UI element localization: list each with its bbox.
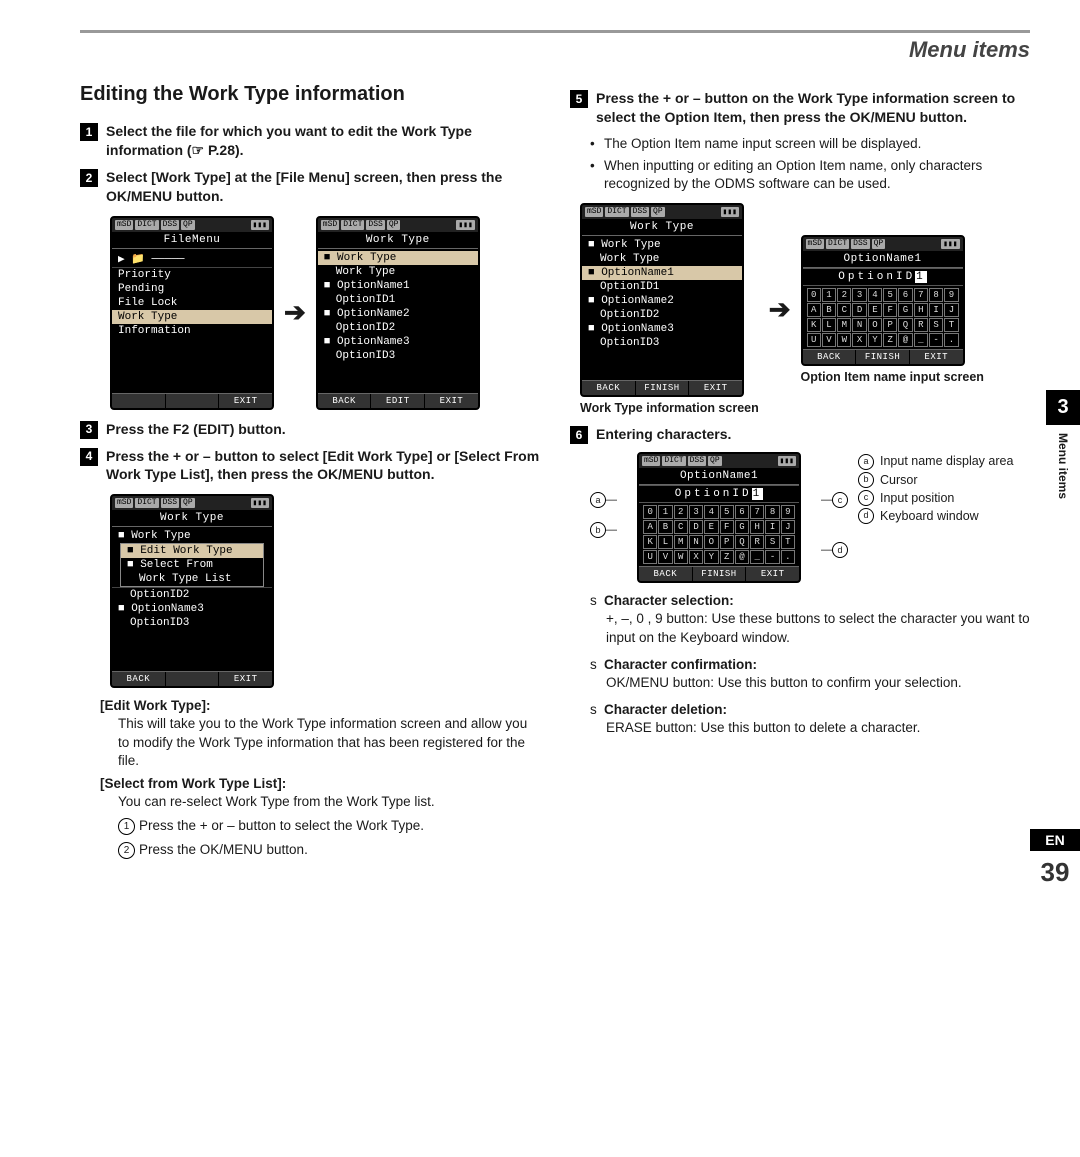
arrow-right-icon: ➔ xyxy=(284,297,306,328)
step4-details: [Edit Work Type]: This will take you to … xyxy=(80,698,540,859)
arrow-right-icon: ➔ xyxy=(769,294,791,325)
lcd-option-input-labeled: mSDDICTDSSQP▮▮▮ OptionName1 OptionID1 01… xyxy=(637,452,801,583)
page-number: 39 xyxy=(1030,857,1080,888)
lcd-popup: mSDDICTDSSQP▮▮▮ Work Type Work Type Edit… xyxy=(110,494,274,688)
step-4: 4 Press the + or – button to select [Edi… xyxy=(80,447,540,485)
step-2: 2 Select [Work Type] at the [File Menu] … xyxy=(80,168,540,206)
language-badge: EN xyxy=(1030,829,1080,851)
caption-right: Option Item name input screen xyxy=(801,370,984,384)
header-title: Menu items xyxy=(909,37,1030,63)
lcd-worktype-selected: mSDDICTDSSQP▮▮▮ Work Type Work Type Work… xyxy=(580,203,744,397)
callout-pointers-left: a— b— xyxy=(590,492,617,538)
lcd-filemenu: mSDDICTDSSQP▮▮▮ FileMenu ▶ 📁 ───── Prior… xyxy=(110,216,274,410)
chapter-label: Menu items xyxy=(1056,433,1070,499)
step-6: 6 Entering characters. xyxy=(570,425,1030,444)
chapter-number: 3 xyxy=(1046,390,1080,425)
page-footer: EN 39 xyxy=(1030,829,1080,888)
callout-pointers-right: —c —d xyxy=(821,492,848,558)
callout-legend: aInput name display area bCursor cInput … xyxy=(858,452,1013,525)
step-3: 3 Press the F2 (EDIT) button. xyxy=(80,420,540,439)
step5-notes: The Option Item name input screen will b… xyxy=(570,135,1030,194)
character-ops-list: sCharacter selection: +, –, 0 , 9 button… xyxy=(570,593,1030,737)
side-tab: 3 Menu items xyxy=(1046,390,1080,499)
input-line: OptionID1 xyxy=(803,268,963,286)
keyboard-grid: 0123456789ABCDEFGHIJKLMNOPQRSTUVWXYZ@_-. xyxy=(803,286,963,349)
lcd-worktype: mSDDICTDSSQP▮▮▮ Work Type Work Type Work… xyxy=(316,216,480,410)
section-title: Editing the Work Type information xyxy=(80,83,540,106)
step-1: 1 Select the file for which you want to … xyxy=(80,122,540,160)
lcd-option-input: mSDDICTDSSQP▮▮▮ OptionName1 OptionID1 01… xyxy=(801,235,965,366)
caption-left: Work Type information screen xyxy=(580,401,759,415)
step-5: 5 Press the + or – button on the Work Ty… xyxy=(570,89,1030,127)
